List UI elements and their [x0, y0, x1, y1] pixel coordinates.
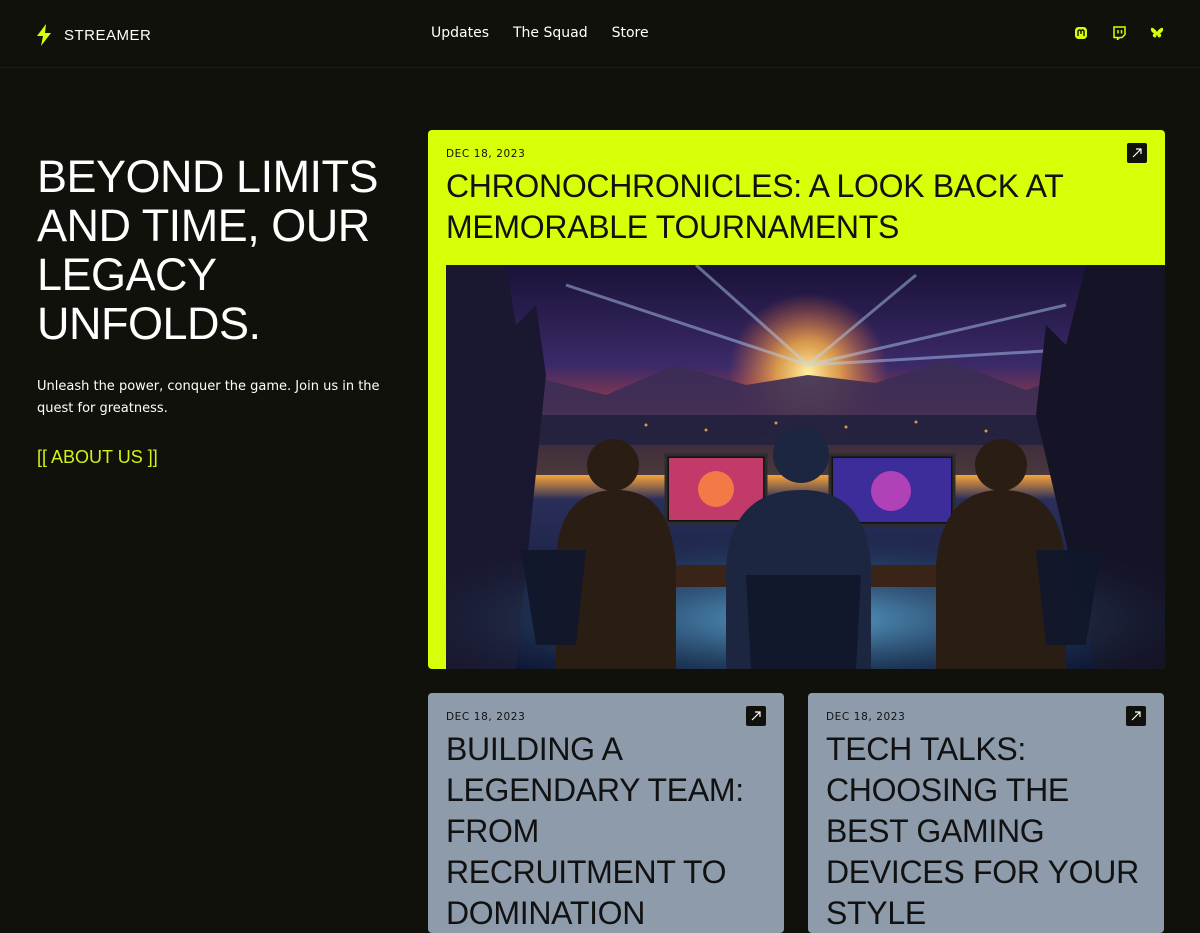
mastodon-icon[interactable]: [1074, 26, 1088, 40]
post-date: DEC 18, 2023: [446, 711, 526, 723]
twitch-icon[interactable]: [1112, 26, 1126, 40]
post-date: DEC 18, 2023: [826, 711, 906, 723]
post-title: CHRONOCHRONICLES: A LOOK BACK AT MEMORAB…: [446, 168, 1063, 245]
featured-post-card[interactable]: DEC 18, 2023 CHRONOCHRONICLES: A LOOK BA…: [428, 130, 1165, 669]
lightning-bolt-icon: [37, 24, 51, 46]
hero-text: Unleash the power, conquer the game. Joi…: [37, 379, 380, 416]
arrow-up-right-icon: [751, 711, 761, 721]
post-card[interactable]: DEC 18, 2023 BUILDING A LEGENDARY TEAM: …: [428, 693, 784, 933]
hero-title: BEYOND LIMITS AND TIME, OUR LEGACY UNFOL…: [37, 151, 379, 349]
open-post-button[interactable]: [746, 706, 766, 726]
post-title: TECH TALKS: CHOOSING THE BEST GAMING DEV…: [826, 731, 1139, 931]
bluesky-icon[interactable]: [1150, 26, 1164, 40]
nav-item-updates[interactable]: Updates: [431, 25, 489, 41]
brand-name: STREAMER: [64, 26, 152, 44]
featured-post-image[interactable]: [446, 265, 1165, 669]
brand[interactable]: STREAMER: [36, 24, 151, 46]
about-us-link[interactable]: [[ ABOUT US ]]: [37, 447, 158, 468]
arrow-up-right-icon: [1132, 148, 1142, 158]
post-title: BUILDING A LEGENDARY TEAM: FROM RECRUITM…: [446, 731, 744, 931]
social-links: [1074, 26, 1164, 40]
post-date: DEC 18, 2023: [446, 148, 526, 160]
nav-item-store[interactable]: Store: [612, 25, 649, 41]
open-post-button[interactable]: [1126, 706, 1146, 726]
arrow-up-right-icon: [1131, 711, 1141, 721]
post-card[interactable]: DEC 18, 2023 TECH TALKS: CHOOSING THE BE…: [808, 693, 1164, 933]
main-nav: Updates The Squad Store: [431, 25, 649, 41]
open-post-button[interactable]: [1127, 143, 1147, 163]
top-bar: STREAMER Updates The Squad Store: [0, 0, 1200, 68]
nav-item-the-squad[interactable]: The Squad: [513, 25, 588, 41]
hero: BEYOND LIMITS AND TIME, OUR LEGACY UNFOL…: [37, 152, 397, 468]
